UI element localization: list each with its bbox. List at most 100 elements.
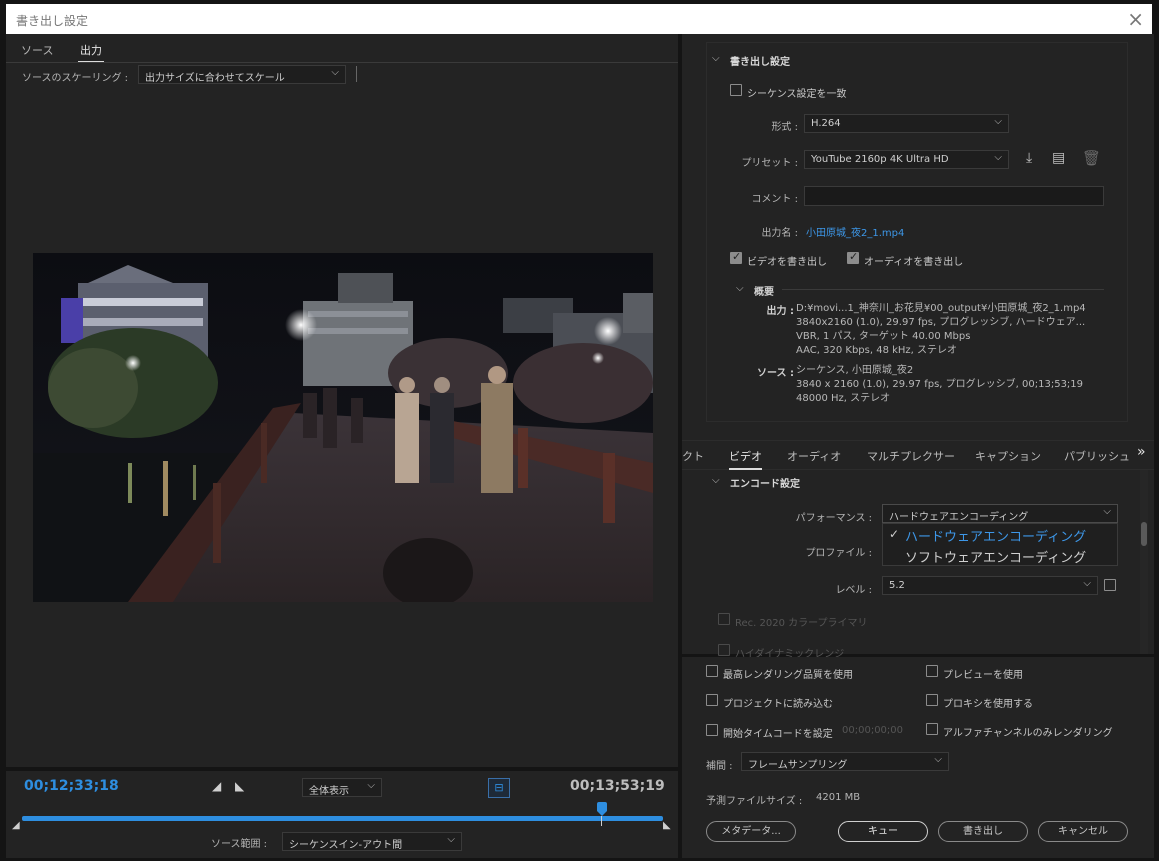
start-timecode-checkbox[interactable]	[706, 724, 718, 736]
tab-captions[interactable]: キャプション	[975, 448, 1041, 464]
source-range-value: シーケンスイン-アウト間	[289, 840, 403, 851]
comment-label: コメント :	[751, 194, 798, 205]
tab-publish[interactable]: パブリッシュ	[1064, 448, 1130, 464]
divider	[6, 62, 678, 63]
source-range-dropdown[interactable]: シーケンスイン-アウト間 ⌵	[282, 832, 462, 851]
metadata-button[interactable]: メタデータ...	[706, 821, 796, 842]
chevron-down-icon: ⌵	[331, 67, 339, 78]
level-value: 5.2	[889, 580, 905, 591]
import-project-checkbox[interactable]	[706, 694, 718, 706]
tab-video[interactable]: ビデオ	[729, 448, 762, 470]
start-timecode-label: 開始タイムコードを設定	[723, 729, 833, 740]
cancel-button[interactable]: キャンセル	[1038, 821, 1128, 842]
preset-label: プリセット :	[741, 158, 798, 169]
section-title-export: 書き出し設定	[730, 57, 790, 68]
performance-label: パフォーマンス :	[795, 513, 872, 524]
mark-out-icon[interactable]: ◣	[235, 779, 244, 793]
match-sequence-label: シーケンス設定を一致	[747, 89, 847, 100]
format-dropdown[interactable]: H.264 ⌵	[804, 114, 1009, 133]
summary-title: 概要	[754, 287, 774, 298]
scaling-value: 出力サイズに合わせてスケール	[145, 73, 285, 84]
match-sequence-checkbox[interactable]	[730, 84, 742, 96]
hdr-checkbox[interactable]	[718, 644, 730, 656]
zoom-value: 全体表示	[309, 786, 349, 797]
mark-in-icon[interactable]: ◢	[212, 779, 221, 793]
filesize-label: 予測ファイルサイズ :	[706, 796, 803, 807]
performance-dropdown-list: ✓ ハードウェアエンコーディング ソフトウェアエンコーディング	[882, 523, 1118, 566]
output-name-label: 出力名 :	[761, 228, 798, 239]
chevron-down-icon: ⌵	[1083, 578, 1091, 589]
dropdown-option-hardware[interactable]: ハードウェアエンコーディング	[905, 526, 1086, 545]
performance-dropdown[interactable]: ハードウェアエンコーディング ⌵	[882, 504, 1118, 523]
rec2020-label: Rec. 2020 カラープライマリ	[735, 618, 868, 629]
alpha-only-label: アルファチャンネルのみレンダリング	[943, 728, 1113, 739]
max-render-quality-checkbox[interactable]	[706, 665, 718, 677]
filesize-value: 4201 MB	[816, 792, 861, 803]
tab-audio[interactable]: オーディオ	[787, 448, 841, 464]
interpolation-dropdown[interactable]: フレームサンプリング ⌵	[741, 752, 949, 771]
delete-preset-icon[interactable]: 🗑	[1082, 149, 1101, 167]
level-label: レベル :	[835, 585, 872, 596]
collapse-chevron-icon[interactable]: ⌵	[712, 475, 720, 486]
export-settings-window: 書き出し設定 × ソース 出力 ソースのスケーリング : 出力サイズに合わせてス…	[0, 0, 1159, 861]
queue-button[interactable]: キュー	[838, 821, 928, 842]
start-timecode-value: 00;00;00;00	[842, 725, 904, 736]
playhead[interactable]	[597, 802, 608, 826]
tab-source[interactable]: ソース	[21, 42, 53, 58]
window-title: 書き出し設定	[16, 14, 89, 28]
use-preview-label: プレビューを使用	[943, 670, 1023, 681]
rec2020-checkbox[interactable]	[718, 613, 730, 625]
section-title-encode: エンコード設定	[730, 479, 800, 490]
use-preview-checkbox[interactable]	[926, 665, 938, 677]
timeline-track[interactable]	[22, 816, 663, 821]
chevron-down-icon: ⌵	[1103, 506, 1111, 517]
output-name-link[interactable]: 小田原城_夜2_1.mp4	[806, 224, 904, 239]
source-summary: シーケンス, 小田原城_夜2 3840 x 2160 (1.0), 29.97 …	[796, 365, 1084, 404]
use-proxy-checkbox[interactable]	[926, 694, 938, 706]
tab-effects[interactable]: クト	[682, 448, 704, 464]
divider	[782, 289, 1104, 290]
close-icon[interactable]: ×	[1127, 7, 1144, 31]
chevron-down-icon: ⌵	[367, 780, 375, 791]
fit-range-icon[interactable]: ⊟	[488, 778, 510, 798]
night-bridge-scene-image	[33, 253, 653, 602]
chevron-down-icon: ⌵	[994, 116, 1002, 127]
comment-input[interactable]	[804, 186, 1104, 206]
import-preset-icon[interactable]: ▤	[1052, 150, 1065, 166]
interpolation-value: フレームサンプリング	[748, 760, 848, 771]
chevron-down-icon: ⌵	[447, 834, 455, 845]
dropdown-option-software[interactable]: ソフトウェアエンコーディング	[905, 547, 1086, 566]
export-audio-checkbox[interactable]	[847, 250, 859, 264]
export-audio-label: オーディオを書き出し	[864, 257, 964, 268]
preset-value: YouTube 2160p 4K Ultra HD	[811, 154, 949, 165]
alpha-only-checkbox[interactable]	[926, 723, 938, 735]
preset-dropdown[interactable]: YouTube 2160p 4K Ultra HD ⌵	[804, 150, 1009, 169]
out-point-handle-icon[interactable]: ◣	[663, 820, 671, 831]
scrollbar[interactable]	[1140, 470, 1148, 654]
export-button[interactable]: 書き出し	[938, 821, 1028, 842]
output-summary: D:¥movi...1_神奈川_お花見¥00_output¥小田原城_夜2_1.…	[796, 303, 1086, 356]
tab-output[interactable]: 出力	[78, 42, 104, 63]
bottom-options-panel: 最高レンダリング品質を使用 プレビューを使用 プロジェクトに読み込む プロキシを…	[682, 657, 1154, 858]
save-preset-icon[interactable]: ⤓	[1026, 150, 1032, 166]
more-tabs-icon[interactable]: »	[1137, 444, 1146, 460]
scaling-dropdown[interactable]: 出力サイズに合わせてスケール ⌵	[138, 65, 346, 84]
current-timecode[interactable]: 00;12;33;18	[24, 778, 119, 794]
use-proxy-label: プロキシを使用する	[943, 699, 1033, 710]
export-video-checkbox[interactable]	[730, 250, 742, 264]
format-value: H.264	[811, 118, 841, 129]
import-project-label: プロジェクトに読み込む	[723, 699, 833, 710]
scrollbar-thumb[interactable]	[1141, 522, 1147, 546]
collapse-chevron-icon[interactable]: ⌵	[736, 283, 744, 294]
tab-multiplexer[interactable]: マルチプレクサー	[867, 448, 955, 464]
level-checkbox[interactable]	[1104, 579, 1116, 591]
in-point-handle-icon[interactable]: ◢	[12, 820, 20, 831]
source-summary-label: ソース :	[757, 368, 794, 379]
preview-panel: ソース 出力 ソースのスケーリング : 出力サイズに合わせてスケール ⌵	[6, 34, 678, 767]
level-dropdown[interactable]: 5.2 ⌵	[882, 576, 1098, 595]
zoom-dropdown[interactable]: 全体表示 ⌵	[302, 778, 382, 797]
checkmark-icon: ✓	[889, 527, 900, 541]
performance-value: ハードウェアエンコーディング	[889, 512, 1029, 523]
collapse-chevron-icon[interactable]: ⌵	[712, 53, 720, 64]
chevron-down-icon: ⌵	[994, 152, 1002, 163]
